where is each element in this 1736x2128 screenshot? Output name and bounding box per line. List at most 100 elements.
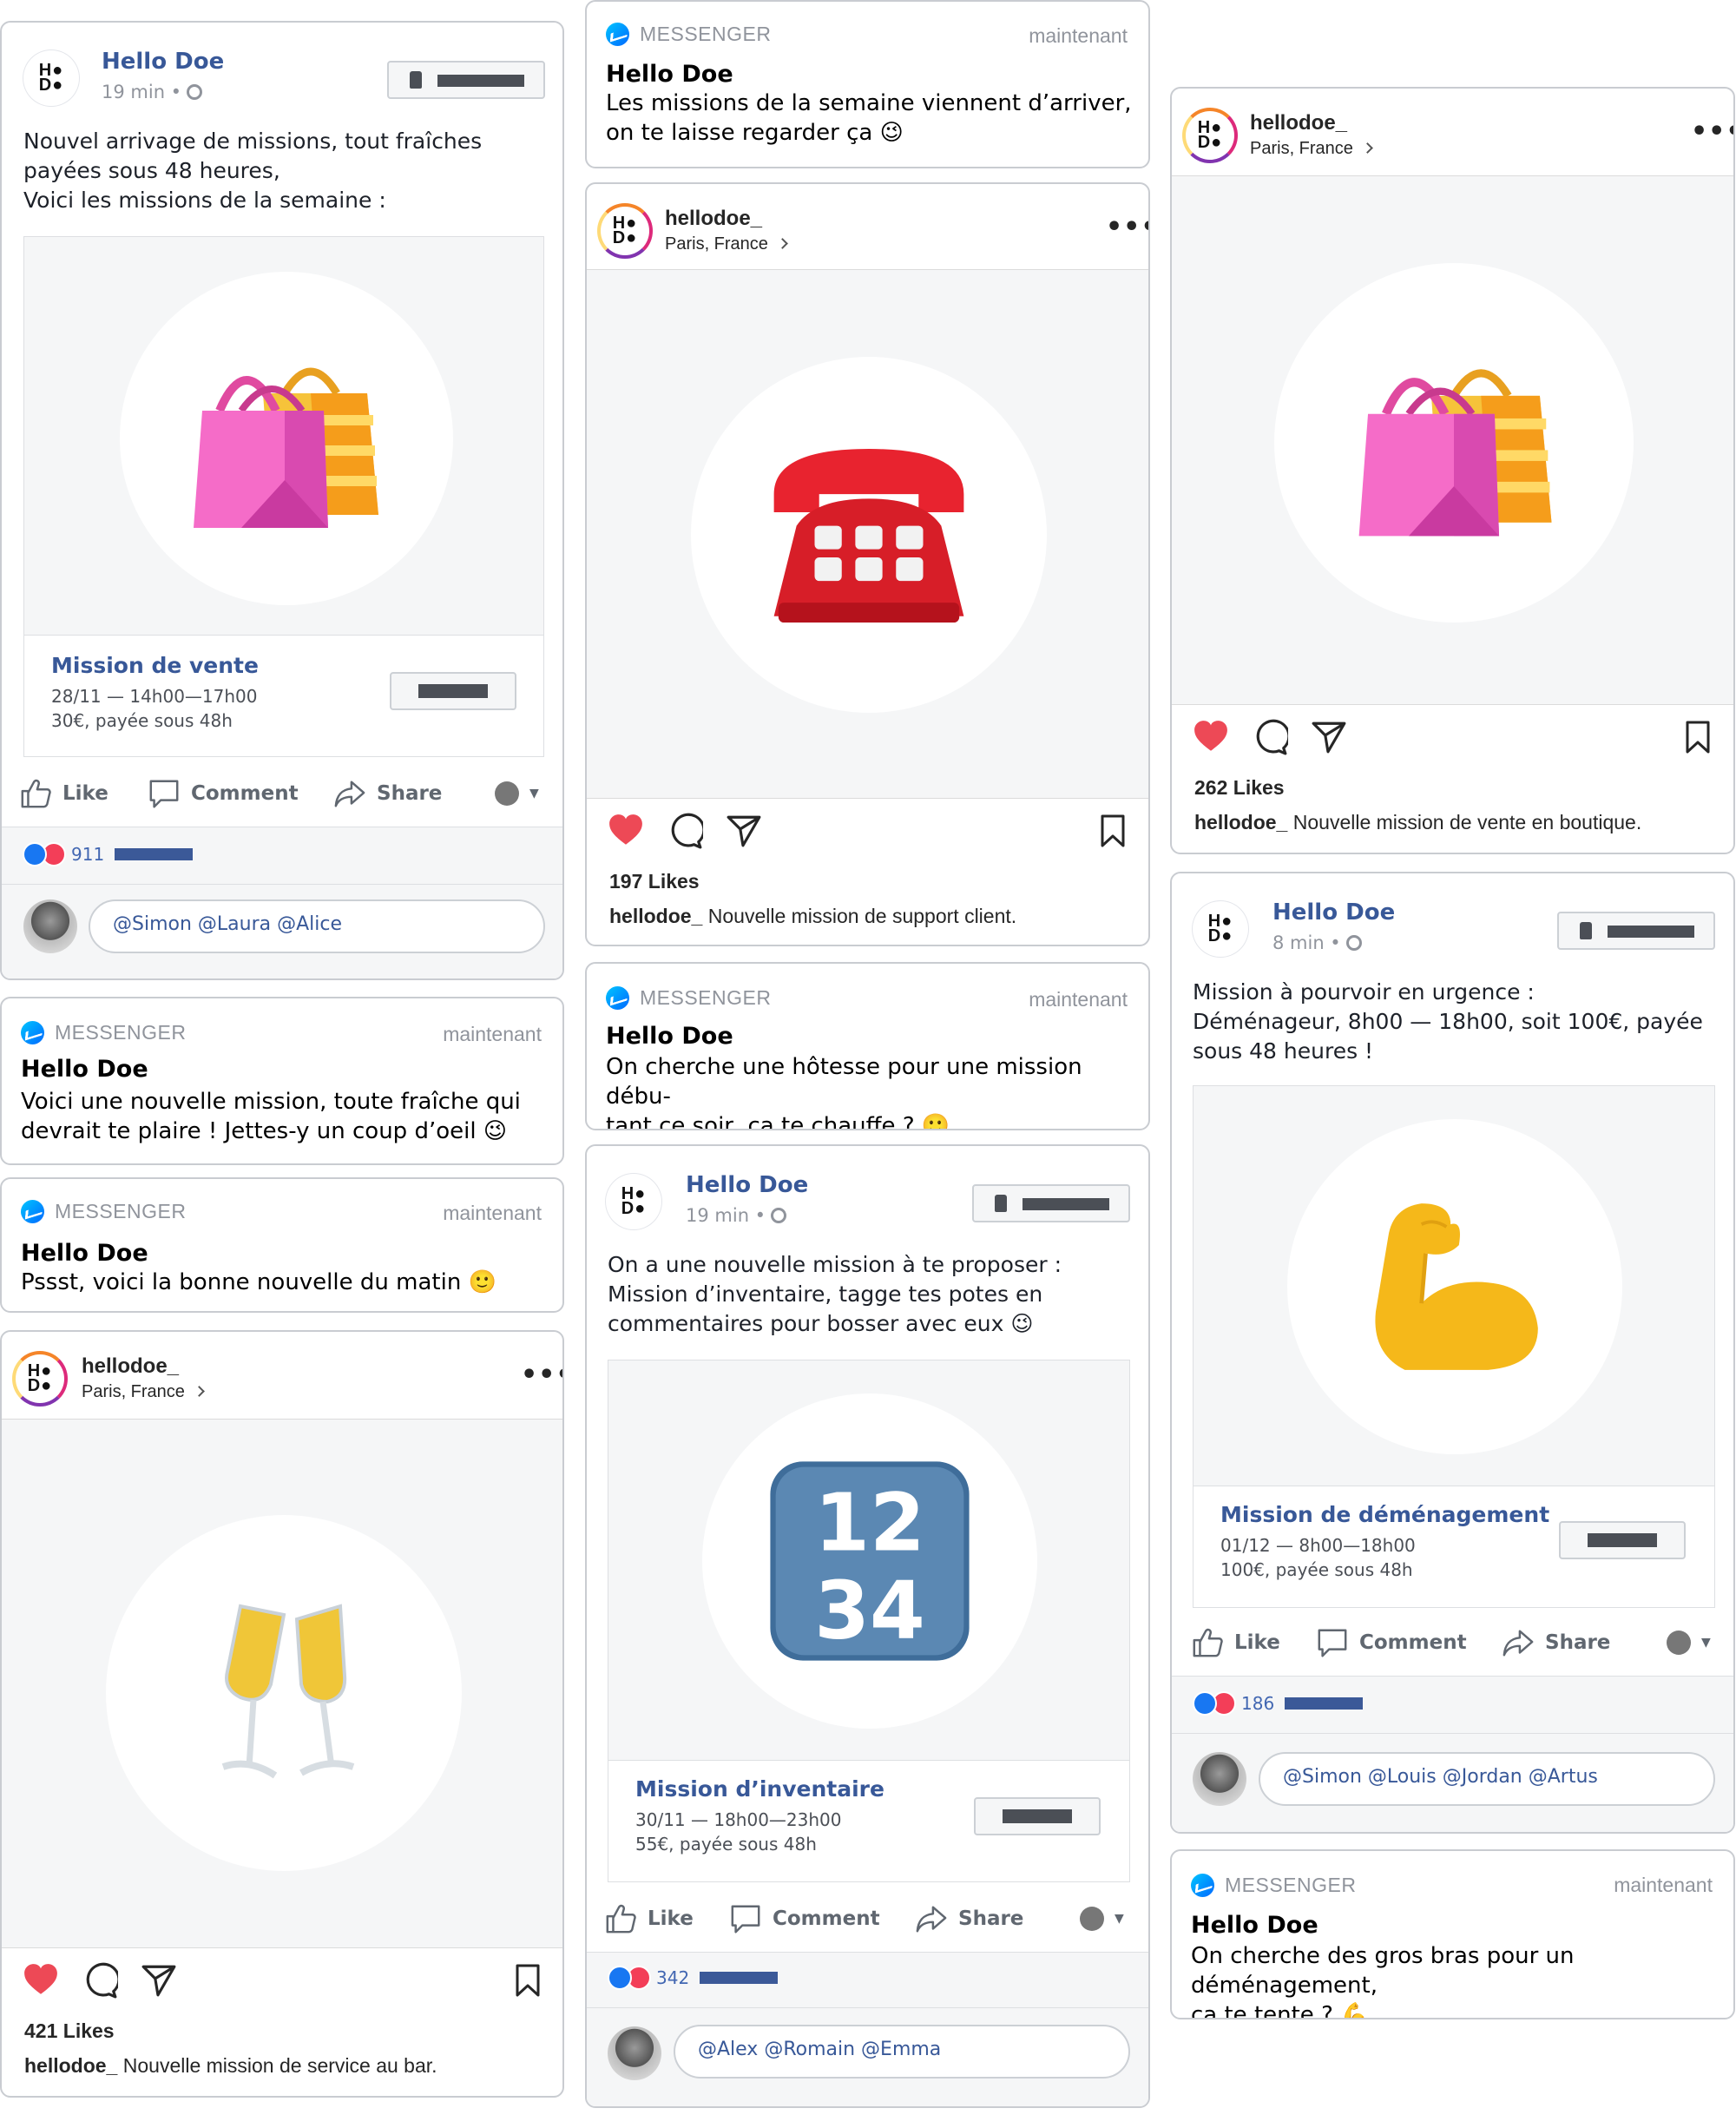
heart-icon[interactable] — [23, 1962, 59, 1999]
share-button[interactable]: Share — [1502, 1626, 1667, 1659]
like-count[interactable]: 197 Likes — [609, 870, 700, 893]
comment-bubble-icon[interactable] — [667, 813, 703, 849]
audience-selector[interactable]: ▼ — [1080, 1907, 1124, 1931]
share-button[interactable]: Share — [333, 777, 495, 810]
share-icon — [915, 1902, 948, 1935]
action-bar: Like Comment Share ▼ — [1191, 1617, 1720, 1669]
post-image[interactable] — [1193, 1085, 1715, 1486]
send-icon[interactable] — [726, 813, 762, 849]
page-name[interactable]: Hello Doe — [1272, 899, 1395, 926]
post-image[interactable] — [608, 1360, 1130, 1761]
like-button[interactable]: Like — [19, 777, 148, 810]
like-count[interactable]: 421 Likes — [24, 2019, 115, 2043]
ig-location[interactable]: Paris, France — [665, 234, 788, 254]
link-title[interactable]: Mission d’inventaire — [635, 1776, 884, 1802]
heart-icon[interactable] — [1193, 719, 1229, 755]
like-button[interactable]: Like — [604, 1902, 729, 1935]
chevron-right-icon — [777, 238, 788, 249]
link-cta-button[interactable] — [1559, 1521, 1686, 1559]
reactions-summary[interactable]: 186 — [1193, 1691, 1364, 1716]
hellodoe-logo[interactable]: H● D● — [606, 1174, 661, 1229]
send-icon[interactable] — [141, 1962, 177, 1999]
page-name[interactable]: Hello Doe — [102, 49, 224, 75]
link-title[interactable]: Mission de vente — [51, 653, 259, 678]
hellodoe-logo[interactable]: H● D● — [23, 50, 79, 106]
messenger-notification[interactable]: MESSENGER maintenant Hello Doe On cherch… — [585, 962, 1150, 1130]
like-label: Like — [1234, 1631, 1280, 1654]
ig-username[interactable]: hellodoe_ — [82, 1354, 179, 1379]
messenger-notification[interactable]: MESSENGER maintenant Hello Doe Les missi… — [585, 0, 1150, 168]
audience-selector[interactable]: ▼ — [495, 781, 539, 806]
more-options-icon[interactable]: ••• — [1106, 214, 1148, 240]
redacted-label — [1023, 1198, 1109, 1210]
send-icon[interactable] — [1311, 719, 1347, 755]
messenger-label: MESSENGER — [55, 1021, 187, 1044]
comment-input[interactable]: @Simon @Louis @Jordan @Artus — [1259, 1752, 1715, 1806]
like-page-button[interactable] — [1557, 912, 1715, 950]
thumb-icon — [995, 1195, 1007, 1212]
ig-location[interactable]: Paris, France — [82, 1382, 205, 1402]
comment-button[interactable]: Comment — [148, 777, 333, 810]
post-image[interactable] — [587, 269, 1148, 799]
share-button[interactable]: Share — [915, 1902, 1080, 1935]
like-page-button[interactable] — [972, 1184, 1130, 1222]
link-pay: 30€, payée sous 48h — [51, 710, 233, 731]
post-time: 8 min • — [1272, 932, 1362, 953]
action-bar: Like Comment Share ▼ — [604, 1893, 1134, 1945]
link-date: 28/11 — 14h00—17h00 — [51, 686, 258, 707]
reactions-summary[interactable]: 342 — [608, 1966, 779, 1990]
like-button[interactable]: Like — [1191, 1626, 1316, 1659]
comment-bubble-icon[interactable] — [1252, 719, 1288, 755]
messenger-notification[interactable]: MESSENGER maintenant Hello Doe Voici une… — [0, 997, 564, 1165]
share-label: Share — [958, 1907, 1024, 1930]
comment-button[interactable]: Comment — [729, 1902, 915, 1935]
caption-text: Nouvelle mission de vente en boutique. — [1292, 811, 1642, 833]
page-name[interactable]: Hello Doe — [686, 1172, 808, 1198]
messenger-icon — [1191, 1874, 1214, 1897]
avatar-small-icon — [1080, 1907, 1104, 1931]
caption-username[interactable]: hellodoe_ — [24, 2054, 117, 2077]
ig-username[interactable]: hellodoe_ — [665, 207, 762, 231]
post-time-text: 19 min • — [102, 82, 182, 102]
messenger-label: MESSENGER — [55, 1200, 187, 1222]
reactions-summary[interactable]: 911 — [23, 842, 194, 866]
message-time: maintenant — [1614, 1874, 1713, 1896]
post-time-text: 8 min • — [1272, 932, 1341, 953]
bookmark-icon[interactable] — [1095, 813, 1130, 849]
audience-selector[interactable]: ▼ — [1667, 1631, 1711, 1655]
comment-input[interactable]: @Alex @Romain @Emma — [674, 2025, 1130, 2079]
message-time: maintenant — [1029, 24, 1128, 47]
messenger-icon — [606, 23, 629, 46]
post-image[interactable] — [2, 1419, 562, 1948]
link-title[interactable]: Mission de déménagement — [1220, 1502, 1549, 1527]
post-image[interactable] — [1172, 175, 1733, 705]
hellodoe-logo[interactable]: H● D● — [597, 203, 653, 259]
messenger-notification[interactable]: MESSENGER maintenant Hello Doe Pssst, vo… — [0, 1177, 564, 1313]
post-text: Nouvel arrivage de missions, tout fraîch… — [23, 128, 483, 213]
post-image[interactable] — [23, 236, 544, 636]
messenger-notification[interactable]: MESSENGER maintenant Hello Doe On cherch… — [1170, 1849, 1735, 2019]
like-count[interactable]: 262 Likes — [1194, 776, 1285, 800]
flexed-biceps-icon — [1355, 1187, 1555, 1387]
comment-button[interactable]: Comment — [1316, 1626, 1502, 1659]
thumb-icon — [1580, 922, 1592, 939]
comment-icon — [148, 777, 181, 810]
like-page-button[interactable] — [387, 61, 545, 99]
caption-username[interactable]: hellodoe_ — [609, 905, 702, 927]
comment-bubble-icon[interactable] — [82, 1962, 118, 1999]
message-text: On cherche une hôtesse pour une mission … — [606, 1054, 1082, 1130]
comment-input[interactable]: @Simon @Laura @Alice — [89, 899, 545, 953]
ig-location[interactable]: Paris, France — [1250, 139, 1373, 159]
bookmark-icon[interactable] — [1680, 719, 1715, 755]
bookmark-icon[interactable] — [510, 1962, 545, 1999]
link-cta-button[interactable] — [390, 672, 516, 710]
hellodoe-logo[interactable]: H● D● — [1193, 901, 1248, 957]
more-options-icon[interactable]: ••• — [521, 1362, 562, 1388]
more-options-icon[interactable]: ••• — [1691, 119, 1733, 145]
hellodoe-logo[interactable]: H● D● — [1182, 108, 1238, 163]
caption-username[interactable]: hellodoe_ — [1194, 811, 1287, 833]
hellodoe-logo[interactable]: H● D● — [12, 1351, 68, 1407]
ig-username[interactable]: hellodoe_ — [1250, 111, 1347, 135]
heart-icon[interactable] — [608, 813, 644, 849]
link-cta-button[interactable] — [974, 1797, 1101, 1835]
